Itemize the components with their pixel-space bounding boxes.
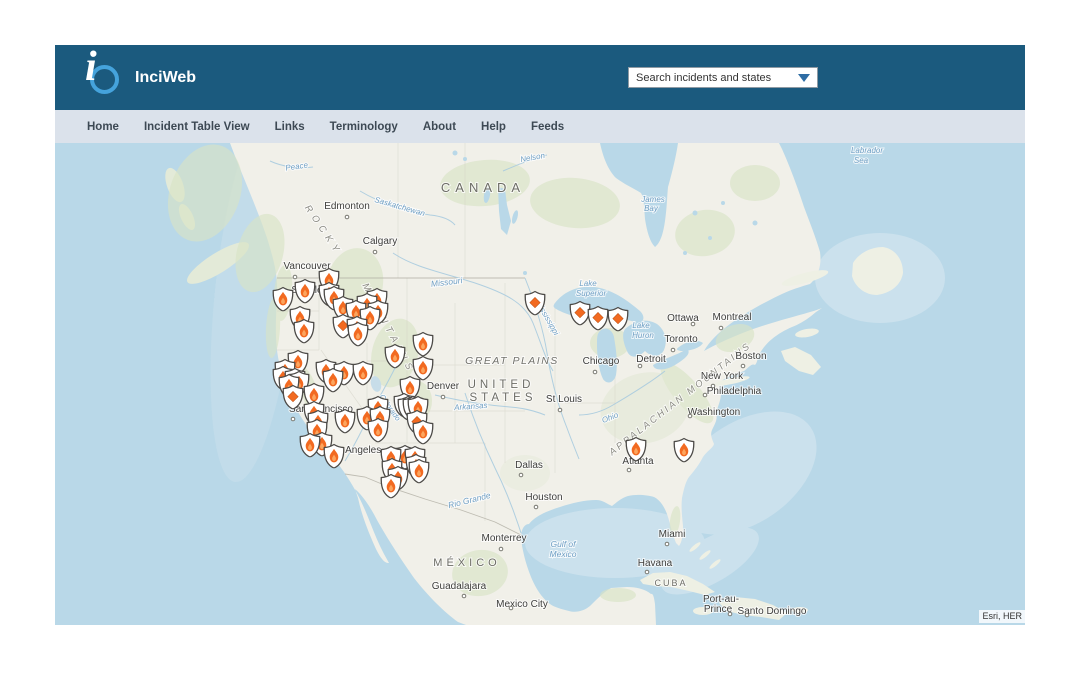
incident-map[interactable]: PeaceNelsonLabradorSeaJamesBaySaskatchew… — [55, 143, 1025, 625]
city-dot — [688, 414, 692, 418]
city-dot — [462, 594, 466, 598]
map-label: Washington — [688, 407, 740, 418]
map-label: Sea — [854, 156, 869, 165]
map-label: Montreal — [713, 312, 752, 323]
city-dot — [558, 408, 562, 412]
city-dot — [293, 275, 297, 279]
city-dot — [711, 384, 715, 388]
map-label: Labrador — [851, 146, 883, 155]
map-label: Dallas — [515, 460, 543, 471]
nav-item-feeds[interactable]: Feeds — [531, 121, 564, 133]
city-dot — [593, 370, 597, 374]
map-label: Edmonton — [324, 201, 370, 212]
nav-item-home[interactable]: Home — [87, 121, 119, 133]
search-dropdown-label: Search incidents and states — [636, 72, 771, 84]
map-label: Mexico — [550, 549, 577, 559]
map-label: Superior — [576, 289, 607, 298]
city-dot — [345, 215, 349, 219]
map-label: Calgary — [363, 236, 397, 247]
map-label: Bay — [644, 204, 659, 213]
map-label: Detroit — [636, 354, 666, 365]
city-dot — [703, 393, 707, 397]
nav-item-incident-table-view[interactable]: Incident Table View — [144, 121, 250, 133]
map-label: James — [640, 195, 665, 204]
map-label: STATES — [469, 392, 536, 404]
app-title: InciWeb — [135, 69, 196, 87]
city-dot — [665, 542, 669, 546]
city-dot — [509, 606, 513, 610]
nav-item-terminology[interactable]: Terminology — [330, 121, 398, 133]
nav-item-links[interactable]: Links — [275, 121, 305, 133]
map-label: Miami — [659, 529, 686, 540]
map-label: St Louis — [546, 394, 582, 405]
city-dot — [499, 547, 503, 551]
map-label: Huron — [632, 331, 654, 340]
map-label: Houston — [525, 492, 562, 503]
city-dot — [741, 364, 745, 368]
logo-i-icon: i — [85, 46, 97, 88]
map-label: Chicago — [583, 356, 620, 367]
nav-bar: Home Incident Table View Links Terminolo… — [55, 110, 1025, 143]
inciweb-page: i InciWeb Search incidents and states Ho… — [55, 45, 1025, 625]
city-dot — [519, 473, 523, 477]
map-label: MÉXICO — [433, 556, 500, 569]
inciweb-logo[interactable]: i — [81, 54, 123, 102]
map-label: Boston — [735, 351, 766, 362]
nav-item-help[interactable]: Help — [481, 121, 506, 133]
city-dot — [534, 505, 538, 509]
map-label: New York — [701, 371, 744, 382]
map-label: Lake — [632, 321, 650, 330]
search-dropdown[interactable]: Search incidents and states — [628, 67, 818, 88]
city-dot — [645, 570, 649, 574]
city-dot — [627, 468, 631, 472]
nav-item-about[interactable]: About — [423, 121, 456, 133]
map-label: CANADA — [441, 180, 525, 195]
map-label: Gulf of — [550, 539, 577, 549]
city-dot — [373, 250, 377, 254]
map-label: Monterrey — [481, 533, 526, 544]
map-attribution: Esri, HER — [979, 610, 1025, 623]
city-dot — [719, 326, 723, 330]
city-dot — [745, 613, 749, 617]
map-label: GREAT PLAINS — [465, 355, 559, 367]
city-dot — [291, 417, 295, 421]
city-dot — [671, 348, 675, 352]
city-dot — [638, 364, 642, 368]
map-canvas: PeaceNelsonLabradorSeaJamesBaySaskatchew… — [55, 143, 1025, 625]
map-label: Guadalajara — [432, 581, 487, 592]
map-label: CUBA — [654, 578, 687, 588]
city-dot — [728, 612, 732, 616]
map-label: Denver — [427, 381, 460, 392]
map-label: UNITED — [468, 379, 535, 391]
header: i InciWeb Search incidents and states — [55, 45, 1025, 110]
map-label: Lake — [579, 279, 597, 288]
map-label: Toronto — [664, 334, 698, 345]
map-label: Mexico City — [496, 599, 548, 610]
map-label: Havana — [638, 558, 673, 569]
city-dot — [441, 395, 445, 399]
chevron-down-icon — [798, 74, 810, 82]
map-label: Philadelphia — [707, 386, 762, 397]
city-dot — [691, 322, 695, 326]
